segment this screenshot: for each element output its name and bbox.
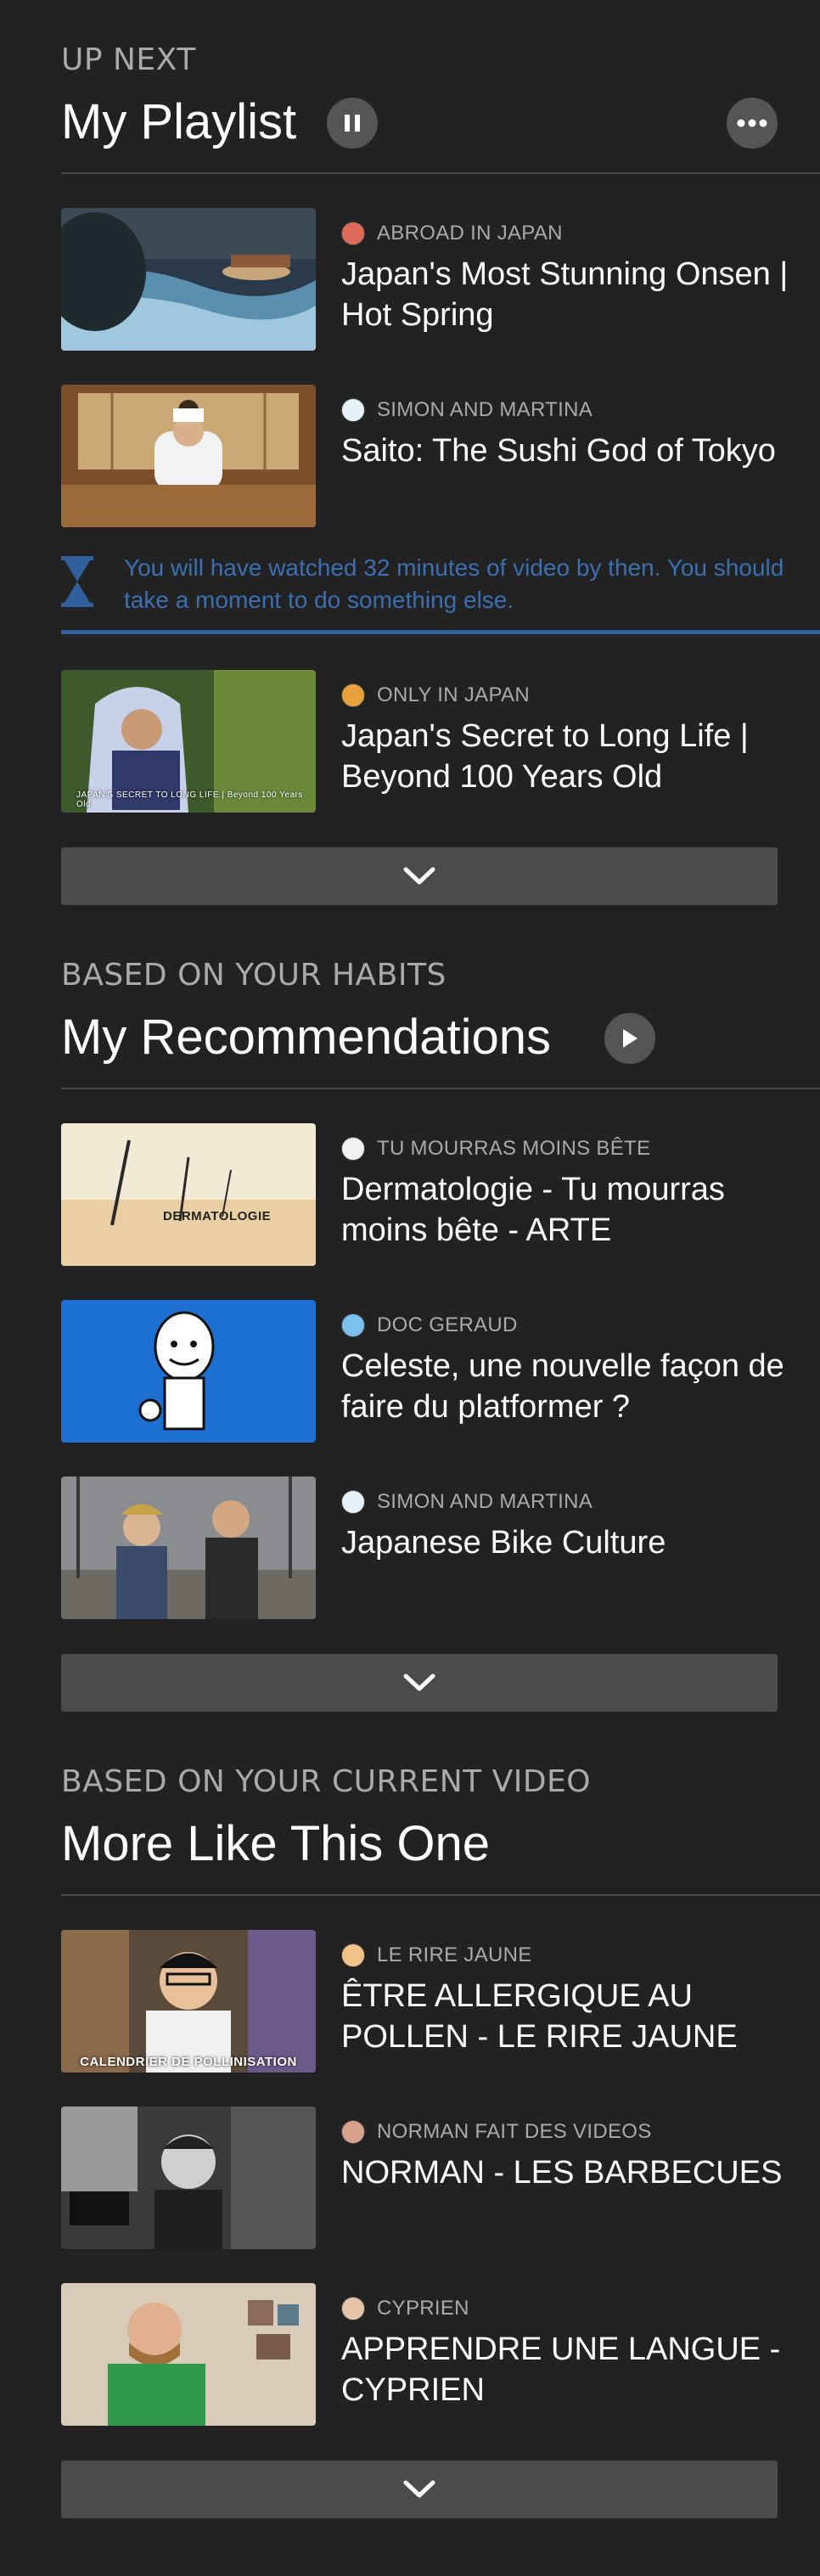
expand-similar-button[interactable] <box>61 2461 778 2518</box>
section-eyebrow: UP NEXT <box>61 42 196 77</box>
play-icon <box>623 1029 637 1048</box>
notice-text: You will have watched 32 minutes of vide… <box>124 554 784 613</box>
video-title[interactable]: APPRENDRE UNE LANGUE - CYPRIEN <box>341 2329 817 2410</box>
section-divider <box>61 172 820 174</box>
video-thumbnail[interactable] <box>61 2283 316 2426</box>
play-button[interactable] <box>604 1013 655 1064</box>
pause-icon <box>345 115 360 132</box>
section-eyebrow: BASED ON YOUR HABITS <box>61 958 447 993</box>
recommendation-video-item[interactable]: DOC GERAUD Celeste, une nouvelle façon d… <box>61 1300 820 1444</box>
channel-avatar <box>341 1137 365 1161</box>
channel-avatar <box>341 1313 365 1337</box>
channel-name: NORMAN FAIT DES VIDEOS <box>377 2120 652 2143</box>
notice-progress-line <box>61 630 820 634</box>
video-thumbnail[interactable]: CALENDRIER DE POLLINISATION <box>61 1930 316 2073</box>
video-thumbnail[interactable] <box>61 2106 316 2249</box>
video-thumbnail[interactable]: DERMATOLOGIE <box>61 1123 316 1266</box>
channel-avatar <box>341 398 365 422</box>
video-title[interactable]: NORMAN - LES BARBECUES <box>341 2152 817 2193</box>
channel-avatar <box>341 1943 365 1967</box>
channel-avatar <box>341 2120 365 2144</box>
similar-video-item[interactable]: NORMAN FAIT DES VIDEOS NORMAN - LES BARB… <box>61 2106 820 2251</box>
video-title[interactable]: Saito: The Sushi God of Tokyo <box>341 430 817 471</box>
thumbnail-caption: JAPAN'S SECRET TO LONG LIFE | Beyond 100… <box>76 790 303 809</box>
video-title[interactable]: Dermatologie - Tu mourras moins bête - A… <box>341 1169 817 1251</box>
video-title[interactable]: Japanese Bike Culture <box>341 1522 817 1563</box>
thumbnail-caption: DERMATOLOGIE <box>163 1209 272 1223</box>
channel-name: CYPRIEN <box>377 2297 469 2320</box>
channel-name: TU MOURRAS MOINS BÊTE <box>377 1137 651 1160</box>
playlist-video-item[interactable]: ABROAD IN JAPAN Japan's Most Stunning On… <box>61 208 820 352</box>
section-eyebrow: BASED ON YOUR CURRENT VIDEO <box>61 1764 592 1799</box>
channel-avatar <box>341 683 365 707</box>
pause-button[interactable] <box>327 98 378 149</box>
more-options-button[interactable] <box>727 98 778 149</box>
section-title: My Playlist <box>61 94 297 149</box>
video-title[interactable]: Japan's Most Stunning Onsen | Hot Spring <box>341 254 817 335</box>
expand-playlist-button[interactable] <box>61 847 778 905</box>
recommendation-video-item[interactable]: SIMON AND MARTINA Japanese Bike Culture <box>61 1476 820 1621</box>
hourglass-icon <box>61 556 93 607</box>
playlist-video-item[interactable]: SIMON AND MARTINA Saito: The Sushi God o… <box>61 385 820 529</box>
section-title: More Like This One <box>61 1816 491 1871</box>
chevron-down-icon <box>403 2480 435 2498</box>
more-horizontal-icon <box>737 119 767 127</box>
video-thumbnail[interactable] <box>61 208 316 351</box>
similar-video-item[interactable]: CYPRIEN APPRENDRE UNE LANGUE - CYPRIEN <box>61 2283 820 2427</box>
video-title[interactable]: Celeste, une nouvelle façon de faire du … <box>341 1346 817 1427</box>
channel-name: SIMON AND MARTINA <box>377 1490 593 1513</box>
thumbnail-caption: CALENDRIER DE POLLINISATION <box>80 2055 297 2069</box>
channel-avatar <box>341 222 365 245</box>
section-divider <box>61 1088 820 1089</box>
channel-name: SIMON AND MARTINA <box>377 398 593 421</box>
video-thumbnail[interactable] <box>61 1476 316 1619</box>
video-thumbnail[interactable] <box>61 385 316 527</box>
chevron-down-icon <box>403 1673 435 1691</box>
video-thumbnail[interactable] <box>61 1300 316 1443</box>
video-title[interactable]: Japan's Secret to Long Life | Beyond 100… <box>341 716 817 797</box>
recommendation-video-item[interactable]: DERMATOLOGIE TU MOURRAS MOINS BÊTE Derma… <box>61 1123 820 1268</box>
channel-name: ONLY IN JAPAN <box>377 683 530 706</box>
similar-video-item[interactable]: CALENDRIER DE POLLINISATION LE RIRE JAUN… <box>61 1930 820 2074</box>
channel-name: ABROAD IN JAPAN <box>377 222 563 245</box>
video-title[interactable]: ÊTRE ALLERGIQUE AU POLLEN - LE RIRE JAUN… <box>341 1976 817 2057</box>
channel-avatar <box>341 1490 365 1514</box>
expand-recommendations-button[interactable] <box>61 1654 778 1712</box>
playlist-video-item[interactable]: JAPAN'S SECRET TO LONG LIFE | Beyond 100… <box>61 670 820 814</box>
channel-name: LE RIRE JAUNE <box>377 1943 532 1966</box>
chevron-down-icon <box>403 867 435 885</box>
section-divider <box>61 1894 820 1896</box>
channel-name: DOC GERAUD <box>377 1313 518 1336</box>
channel-avatar <box>341 2297 365 2320</box>
video-thumbnail[interactable]: JAPAN'S SECRET TO LONG LIFE | Beyond 100… <box>61 670 316 813</box>
section-title: My Recommendations <box>61 1010 551 1065</box>
